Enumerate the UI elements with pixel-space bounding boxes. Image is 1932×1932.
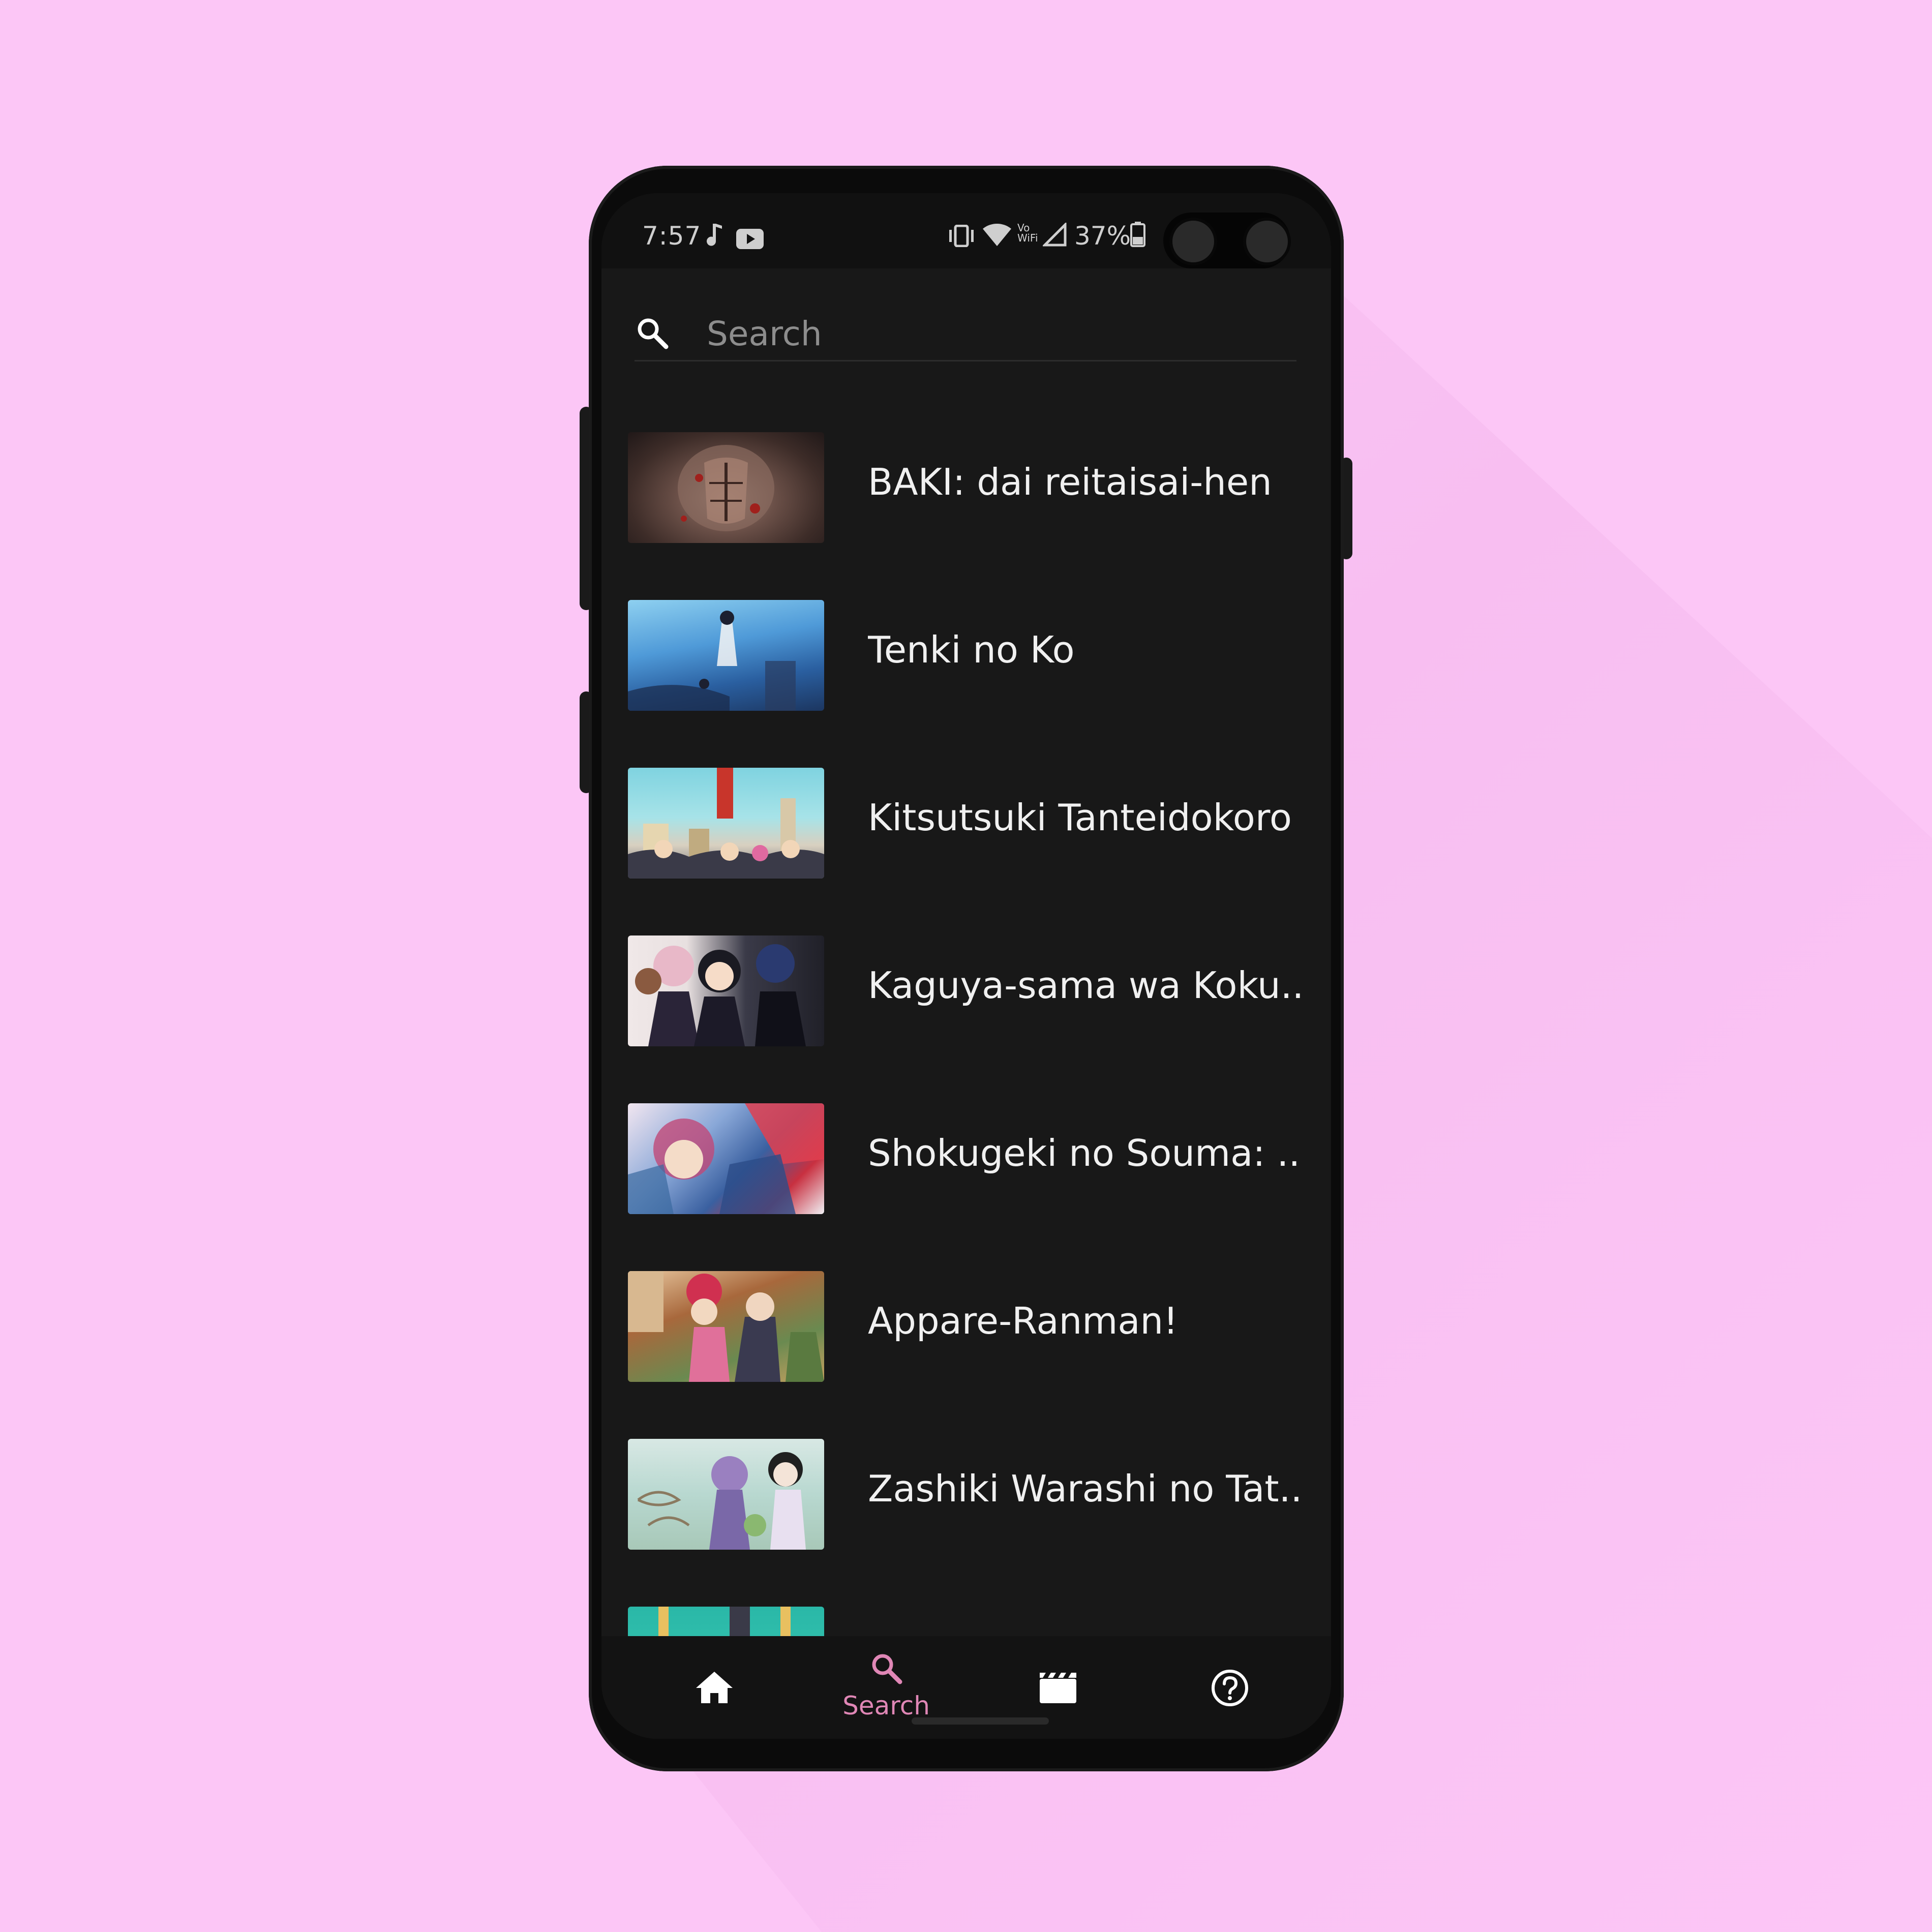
- front-camera: [1169, 218, 1217, 265]
- result-title: Shokugeki no Souma: ...: [868, 1132, 1300, 1174]
- result-thumbnail: [628, 1271, 824, 1382]
- list-item[interactable]: Appare-Ranman!: [628, 1271, 1309, 1383]
- home-indicator: [912, 1717, 1049, 1725]
- movie-icon: [1040, 1673, 1076, 1703]
- result-thumbnail: [628, 768, 824, 879]
- vowifi-icon: Vo WiFi: [1017, 223, 1040, 243]
- result-title: Zashiki Warashi no Tat...: [868, 1467, 1300, 1510]
- battery-percent: 37%: [1074, 221, 1131, 251]
- list-item[interactable]: Kaguya-sama wa Koku...: [628, 935, 1309, 1047]
- result-thumbnail: [628, 1103, 824, 1214]
- wifi-icon: [982, 223, 1012, 253]
- list-item[interactable]: Kitsutsuki Tanteidokoro: [628, 768, 1309, 880]
- search-icon: [872, 1654, 902, 1684]
- result-thumbnail: [628, 935, 824, 1046]
- youtube-icon: [736, 226, 764, 255]
- nav-help[interactable]: [1143, 1636, 1316, 1739]
- search-bar[interactable]: [635, 304, 1296, 361]
- vibrate-icon: [947, 224, 976, 253]
- result-thumbnail: [628, 1439, 824, 1550]
- result-title: Kitsutsuki Tanteidokoro: [868, 796, 1292, 839]
- result-thumbnail: [628, 432, 824, 543]
- search-icon: [638, 318, 669, 349]
- phone-screen: 7:57 Vo WiFi 37% Search BAKI: dai reitai…: [601, 193, 1331, 1739]
- nav-home[interactable]: [628, 1636, 801, 1739]
- list-item[interactable]: BAKI: dai reitaisai-hen: [628, 432, 1309, 544]
- status-time: 7:57: [642, 221, 702, 251]
- front-camera-2: [1243, 218, 1291, 265]
- status-bar: 7:57 Vo WiFi 37%: [601, 193, 1331, 268]
- battery-icon: [1130, 222, 1145, 253]
- home-icon: [696, 1672, 733, 1703]
- result-title: Tenki no Ko: [868, 628, 1075, 671]
- music-note-icon: [706, 223, 724, 255]
- result-thumbnail: [628, 600, 824, 711]
- search-input[interactable]: [706, 310, 1267, 357]
- vowifi-label: Vo WiFi: [1017, 222, 1038, 244]
- signal-icon: [1041, 221, 1067, 253]
- list-item[interactable]: Zashiki Warashi no Tat...: [628, 1439, 1309, 1551]
- nav-search-label: Search: [842, 1691, 930, 1720]
- list-item[interactable]: Shokugeki no Souma: ...: [628, 1103, 1309, 1215]
- result-title: Appare-Ranman!: [868, 1300, 1179, 1342]
- results-list[interactable]: BAKI: dai reitaisai-hen Tenki no Ko Kits…: [601, 432, 1331, 1739]
- result-title: Kaguya-sama wa Koku...: [868, 964, 1300, 1007]
- help-icon: [1212, 1670, 1248, 1706]
- result-title: BAKI: dai reitaisai-hen: [868, 461, 1272, 503]
- list-item[interactable]: Tenki no Ko: [628, 600, 1309, 712]
